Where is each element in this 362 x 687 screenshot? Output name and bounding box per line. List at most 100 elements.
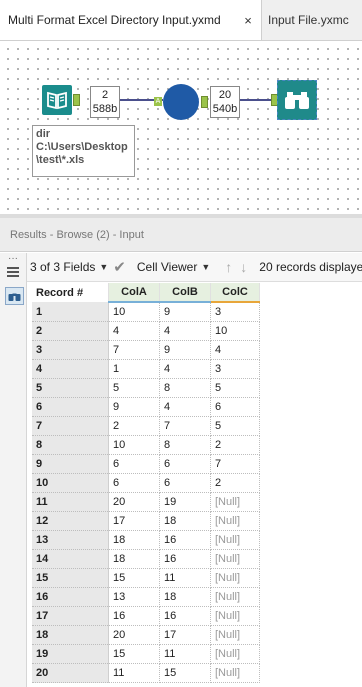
table-cell[interactable]: 4 xyxy=(159,397,211,417)
tab-workflow[interactable]: Multi Format Excel Directory Input.yxmd … xyxy=(0,0,262,40)
table-cell[interactable]: 20 xyxy=(108,625,160,645)
fields-dropdown[interactable]: 3 of 3 Fields ▼ xyxy=(27,253,111,281)
record-number-cell[interactable]: 16 xyxy=(32,587,109,607)
record-number-cell[interactable]: 6 xyxy=(32,397,109,417)
table-cell[interactable]: [Null] xyxy=(210,492,260,512)
table-row[interactable]: 12 17 18 [Null] xyxy=(32,511,260,531)
record-number-cell[interactable]: 12 xyxy=(32,511,109,531)
record-number-cell[interactable]: 9 xyxy=(32,454,109,474)
record-number-cell[interactable]: 13 xyxy=(32,530,109,550)
record-number-cell[interactable]: 11 xyxy=(32,492,109,512)
table-cell[interactable]: 19 xyxy=(159,492,211,512)
table-cell[interactable]: 20 xyxy=(108,492,160,512)
table-cell[interactable]: 15 xyxy=(108,644,160,664)
table-cell[interactable]: 5 xyxy=(210,378,260,398)
table-cell[interactable]: 4 xyxy=(108,321,160,341)
table-cell[interactable]: 8 xyxy=(159,378,211,398)
table-cell[interactable]: 15 xyxy=(159,663,211,683)
tab-input-file[interactable]: Input File.yxmc xyxy=(262,0,362,40)
table-row[interactable]: 9667 xyxy=(32,454,260,474)
table-row[interactable]: 18 20 17 [Null] xyxy=(32,625,260,645)
table-row[interactable]: 8 10 8 2 xyxy=(32,435,260,455)
table-cell[interactable]: 17 xyxy=(159,625,211,645)
table-cell[interactable]: 3 xyxy=(210,302,260,322)
table-cell[interactable]: 2 xyxy=(108,416,160,436)
output-anchor[interactable] xyxy=(73,94,80,106)
column-header[interactable]: Record # xyxy=(32,283,109,302)
table-cell[interactable]: 16 xyxy=(108,606,160,626)
binoculars-icon[interactable] xyxy=(5,287,24,305)
table-cell[interactable]: 18 xyxy=(108,530,160,550)
table-cell[interactable]: 1 xyxy=(108,359,160,379)
record-number-cell[interactable]: 8 xyxy=(32,435,109,455)
table-cell[interactable]: 3 xyxy=(210,359,260,379)
record-number-cell[interactable]: 19 xyxy=(32,644,109,664)
table-cell[interactable]: 5 xyxy=(210,416,260,436)
table-row[interactable]: 1 10 9 3 xyxy=(32,302,260,322)
input-tool[interactable] xyxy=(42,85,72,115)
table-row[interactable]: 11 20 19 [Null] xyxy=(32,492,260,512)
table-row[interactable]: 14 18 16 [Null] xyxy=(32,549,260,569)
table-cell[interactable]: 10 xyxy=(108,435,160,455)
table-row[interactable]: 3794 xyxy=(32,340,260,360)
table-cell[interactable]: [Null] xyxy=(210,663,260,683)
table-cell[interactable]: 4 xyxy=(159,359,211,379)
workflow-canvas[interactable]: 2 588b A 20 540b dir C:\Users\Desktop \t… xyxy=(0,41,362,213)
table-cell[interactable]: 2 xyxy=(210,435,260,455)
table-row[interactable]: 17 16 16 [Null] xyxy=(32,606,260,626)
table-cell[interactable]: 9 xyxy=(108,397,160,417)
record-number-cell[interactable]: 18 xyxy=(32,625,109,645)
close-icon[interactable]: × xyxy=(241,13,255,28)
column-header[interactable]: ColC xyxy=(210,283,260,303)
table-cell[interactable]: 6 xyxy=(108,473,160,493)
table-cell[interactable]: 15 xyxy=(108,568,160,588)
table-cell[interactable]: 7 xyxy=(210,454,260,474)
table-row[interactable]: 20 11 15 [Null] xyxy=(32,663,260,683)
table-cell[interactable]: 11 xyxy=(159,568,211,588)
table-cell[interactable]: 18 xyxy=(159,587,211,607)
table-cell[interactable]: 11 xyxy=(159,644,211,664)
table-row[interactable]: 10 6 6 2 xyxy=(32,473,260,493)
table-cell[interactable]: [Null] xyxy=(210,606,260,626)
table-cell[interactable]: 5 xyxy=(108,378,160,398)
table-cell[interactable]: 8 xyxy=(159,435,211,455)
table-cell[interactable]: 10 xyxy=(210,321,260,341)
checkmark-icon[interactable]: ✔ xyxy=(113,258,126,276)
table-cell[interactable]: [Null] xyxy=(210,587,260,607)
table-row[interactable]: 19 15 11 [Null] xyxy=(32,644,260,664)
record-number-cell[interactable]: 10 xyxy=(32,473,109,493)
table-cell[interactable]: 6 xyxy=(159,473,211,493)
table-cell[interactable]: [Null] xyxy=(210,644,260,664)
record-number-cell[interactable]: 5 xyxy=(32,378,109,398)
table-cell[interactable]: 17 xyxy=(108,511,160,531)
list-icon[interactable] xyxy=(7,267,19,279)
table-cell[interactable]: [Null] xyxy=(210,549,260,569)
table-cell[interactable]: [Null] xyxy=(210,511,260,531)
browse-tool[interactable] xyxy=(277,80,317,120)
table-cell[interactable]: 7 xyxy=(108,340,160,360)
table-cell[interactable]: 13 xyxy=(108,587,160,607)
results-grid[interactable]: Record # ColA ColB ColC 1 10 9 3 2 4 4 10 3 7 9 4 4 1… xyxy=(32,283,260,683)
column-header[interactable]: ColA xyxy=(108,283,160,303)
table-cell[interactable]: 9 xyxy=(159,302,211,322)
record-number-cell[interactable]: 20 xyxy=(32,663,109,683)
table-cell[interactable]: 6 xyxy=(108,454,160,474)
cell-viewer-dropdown[interactable]: Cell Viewer ▼ xyxy=(134,253,213,281)
table-cell[interactable]: 2 xyxy=(210,473,260,493)
more-icon[interactable]: ··· xyxy=(8,253,18,264)
record-number-cell[interactable]: 3 xyxy=(32,340,109,360)
arrow-down-icon[interactable]: ↓ xyxy=(236,259,251,275)
table-cell[interactable]: 6 xyxy=(159,454,211,474)
table-cell[interactable]: 11 xyxy=(108,663,160,683)
table-row[interactable]: 15 15 11 [Null] xyxy=(32,568,260,588)
table-cell[interactable]: [Null] xyxy=(210,625,260,645)
table-cell[interactable]: 4 xyxy=(159,321,211,341)
column-header[interactable]: ColB xyxy=(159,283,211,303)
table-row[interactable]: 7275 xyxy=(32,416,260,436)
arrow-up-icon[interactable]: ↑ xyxy=(221,259,236,275)
record-number-cell[interactable]: 17 xyxy=(32,606,109,626)
table-cell[interactable]: 18 xyxy=(108,549,160,569)
table-cell[interactable]: 7 xyxy=(159,416,211,436)
record-number-cell[interactable]: 14 xyxy=(32,549,109,569)
record-number-cell[interactable]: 15 xyxy=(32,568,109,588)
